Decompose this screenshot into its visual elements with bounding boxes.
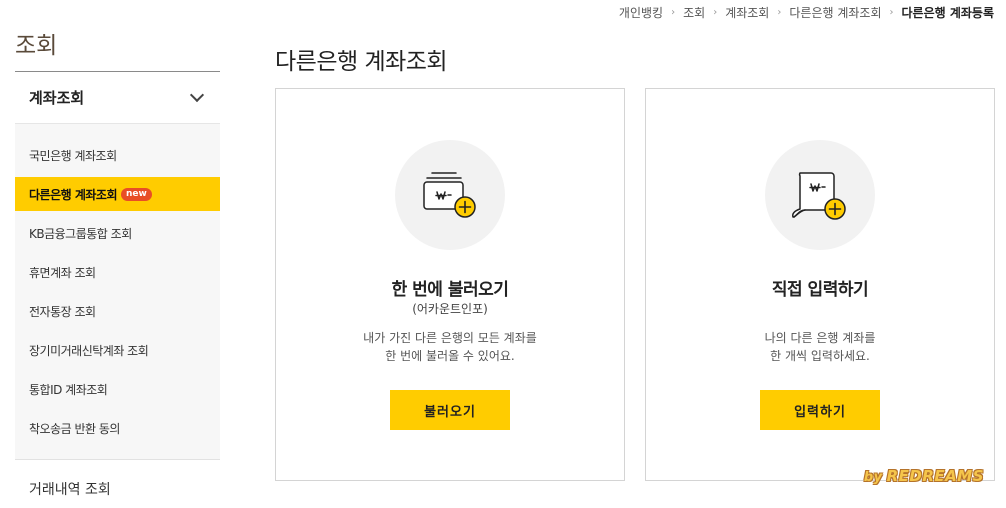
sidebar-item-label: KB금융그룹통합 조회 xyxy=(29,227,132,241)
breadcrumb-separator-icon: › xyxy=(713,6,718,18)
breadcrumb-item-inquiry[interactable]: 조회 xyxy=(683,4,705,21)
watermark-by: by xyxy=(863,470,883,485)
breadcrumb: 개인뱅킹 › 조회 › 계좌조회 › 다른은행 계좌조회 › 다른은행 계좌등록 xyxy=(619,4,994,20)
card-title: 한 번에 불러오기 xyxy=(391,280,509,300)
card-description-line: 나의 다른 은행 계좌를 xyxy=(764,331,876,345)
scroll-won-add-icon xyxy=(765,140,875,250)
new-badge: new xyxy=(121,187,152,201)
breadcrumb-item-current: 다른은행 계좌등록 xyxy=(901,5,995,20)
card-description: 내가 가진 다른 은행의 모든 계좌를 한 번에 불러올 수 있어요. xyxy=(306,329,594,365)
card-subtitle: (어카운트인포) xyxy=(412,302,488,316)
sidebar-item-other-bank[interactable]: 다른은행 계좌조회 new xyxy=(15,177,220,211)
breadcrumb-separator-icon: › xyxy=(671,6,676,18)
sidebar-item-label: 거래내역 조회 xyxy=(29,482,111,498)
load-button[interactable]: 불러오기 xyxy=(390,390,510,430)
card-load-all: 한 번에 불러오기 (어카운트인포) 내가 가진 다른 은행의 모든 계좌를 한… xyxy=(275,88,625,481)
sidebar-sub-list: 국민은행 계좌조회 다른은행 계좌조회 new KB금융그룹통합 조회 휴면계좌 … xyxy=(15,124,220,460)
sidebar-item-label: 전자통장 조회 xyxy=(29,305,96,319)
sidebar-section-account-inquiry[interactable]: 계좌조회 xyxy=(15,72,220,124)
sidebar-item-dormant[interactable]: 휴면계좌 조회 xyxy=(15,253,220,292)
breadcrumb-separator-icon: › xyxy=(777,6,782,18)
breadcrumb-separator-icon: › xyxy=(889,6,894,18)
sidebar-item-kb-group[interactable]: KB금융그룹통합 조회 xyxy=(15,214,220,253)
sidebar-item-label: 국민은행 계좌조회 xyxy=(29,149,117,163)
wallet-won-add-icon xyxy=(395,140,505,250)
chevron-down-icon xyxy=(189,87,205,102)
sidebar: 계좌조회 국민은행 계좌조회 다른은행 계좌조회 new KB금융그룹통합 조회 … xyxy=(15,71,220,508)
card-direct-input: 직접 입력하기 나의 다른 은행 계좌를 한 개씩 입력하세요. 입력하기 xyxy=(645,88,995,481)
breadcrumb-item-other-bank-inquiry[interactable]: 다른은행 계좌조회 xyxy=(789,4,881,21)
page-title: 다른은행 계좌조회 xyxy=(275,49,448,75)
sidebar-item-label: 다른은행 계좌조회 xyxy=(29,187,118,202)
card-description-line: 내가 가진 다른 은행의 모든 계좌를 xyxy=(363,331,537,345)
card-description-line: 한 번에 불러올 수 있어요. xyxy=(385,349,515,363)
card-description: 나의 다른 은행 계좌를 한 개씩 입력하세요. xyxy=(676,329,964,365)
sidebar-item-label: 장기미거래신탁계좌 조회 xyxy=(29,344,149,358)
card-description-line: 한 개씩 입력하세요. xyxy=(770,349,870,363)
breadcrumb-item-personal-banking[interactable]: 개인뱅킹 xyxy=(619,4,663,21)
sidebar-item-integrated-id[interactable]: 통합ID 계좌조회 xyxy=(15,370,220,409)
sidebar-item-label: 통합ID 계좌조회 xyxy=(29,383,108,397)
sidebar-item-label: 착오송금 반환 동의 xyxy=(29,422,120,436)
sidebar-item-mistaken-transfer[interactable]: 착오송금 반환 동의 xyxy=(15,409,220,448)
sidebar-section-label: 계좌조회 xyxy=(29,89,85,107)
watermark: by REDREAMS xyxy=(864,467,984,485)
sidebar-title: 조회 xyxy=(15,33,58,59)
input-button[interactable]: 입력하기 xyxy=(760,390,880,430)
sidebar-item-transaction-history[interactable]: 거래내역 조회 xyxy=(15,460,220,508)
sidebar-item-kb-account[interactable]: 국민은행 계좌조회 xyxy=(15,136,220,175)
sidebar-item-label: 휴면계좌 조회 xyxy=(29,266,96,280)
sidebar-item-e-passbook[interactable]: 전자통장 조회 xyxy=(15,292,220,331)
watermark-name: REDREAMS xyxy=(886,467,984,485)
sidebar-item-long-term-trust[interactable]: 장기미거래신탁계좌 조회 xyxy=(15,331,220,370)
card-title: 직접 입력하기 xyxy=(771,280,869,300)
breadcrumb-item-account-inquiry[interactable]: 계좌조회 xyxy=(725,4,769,21)
